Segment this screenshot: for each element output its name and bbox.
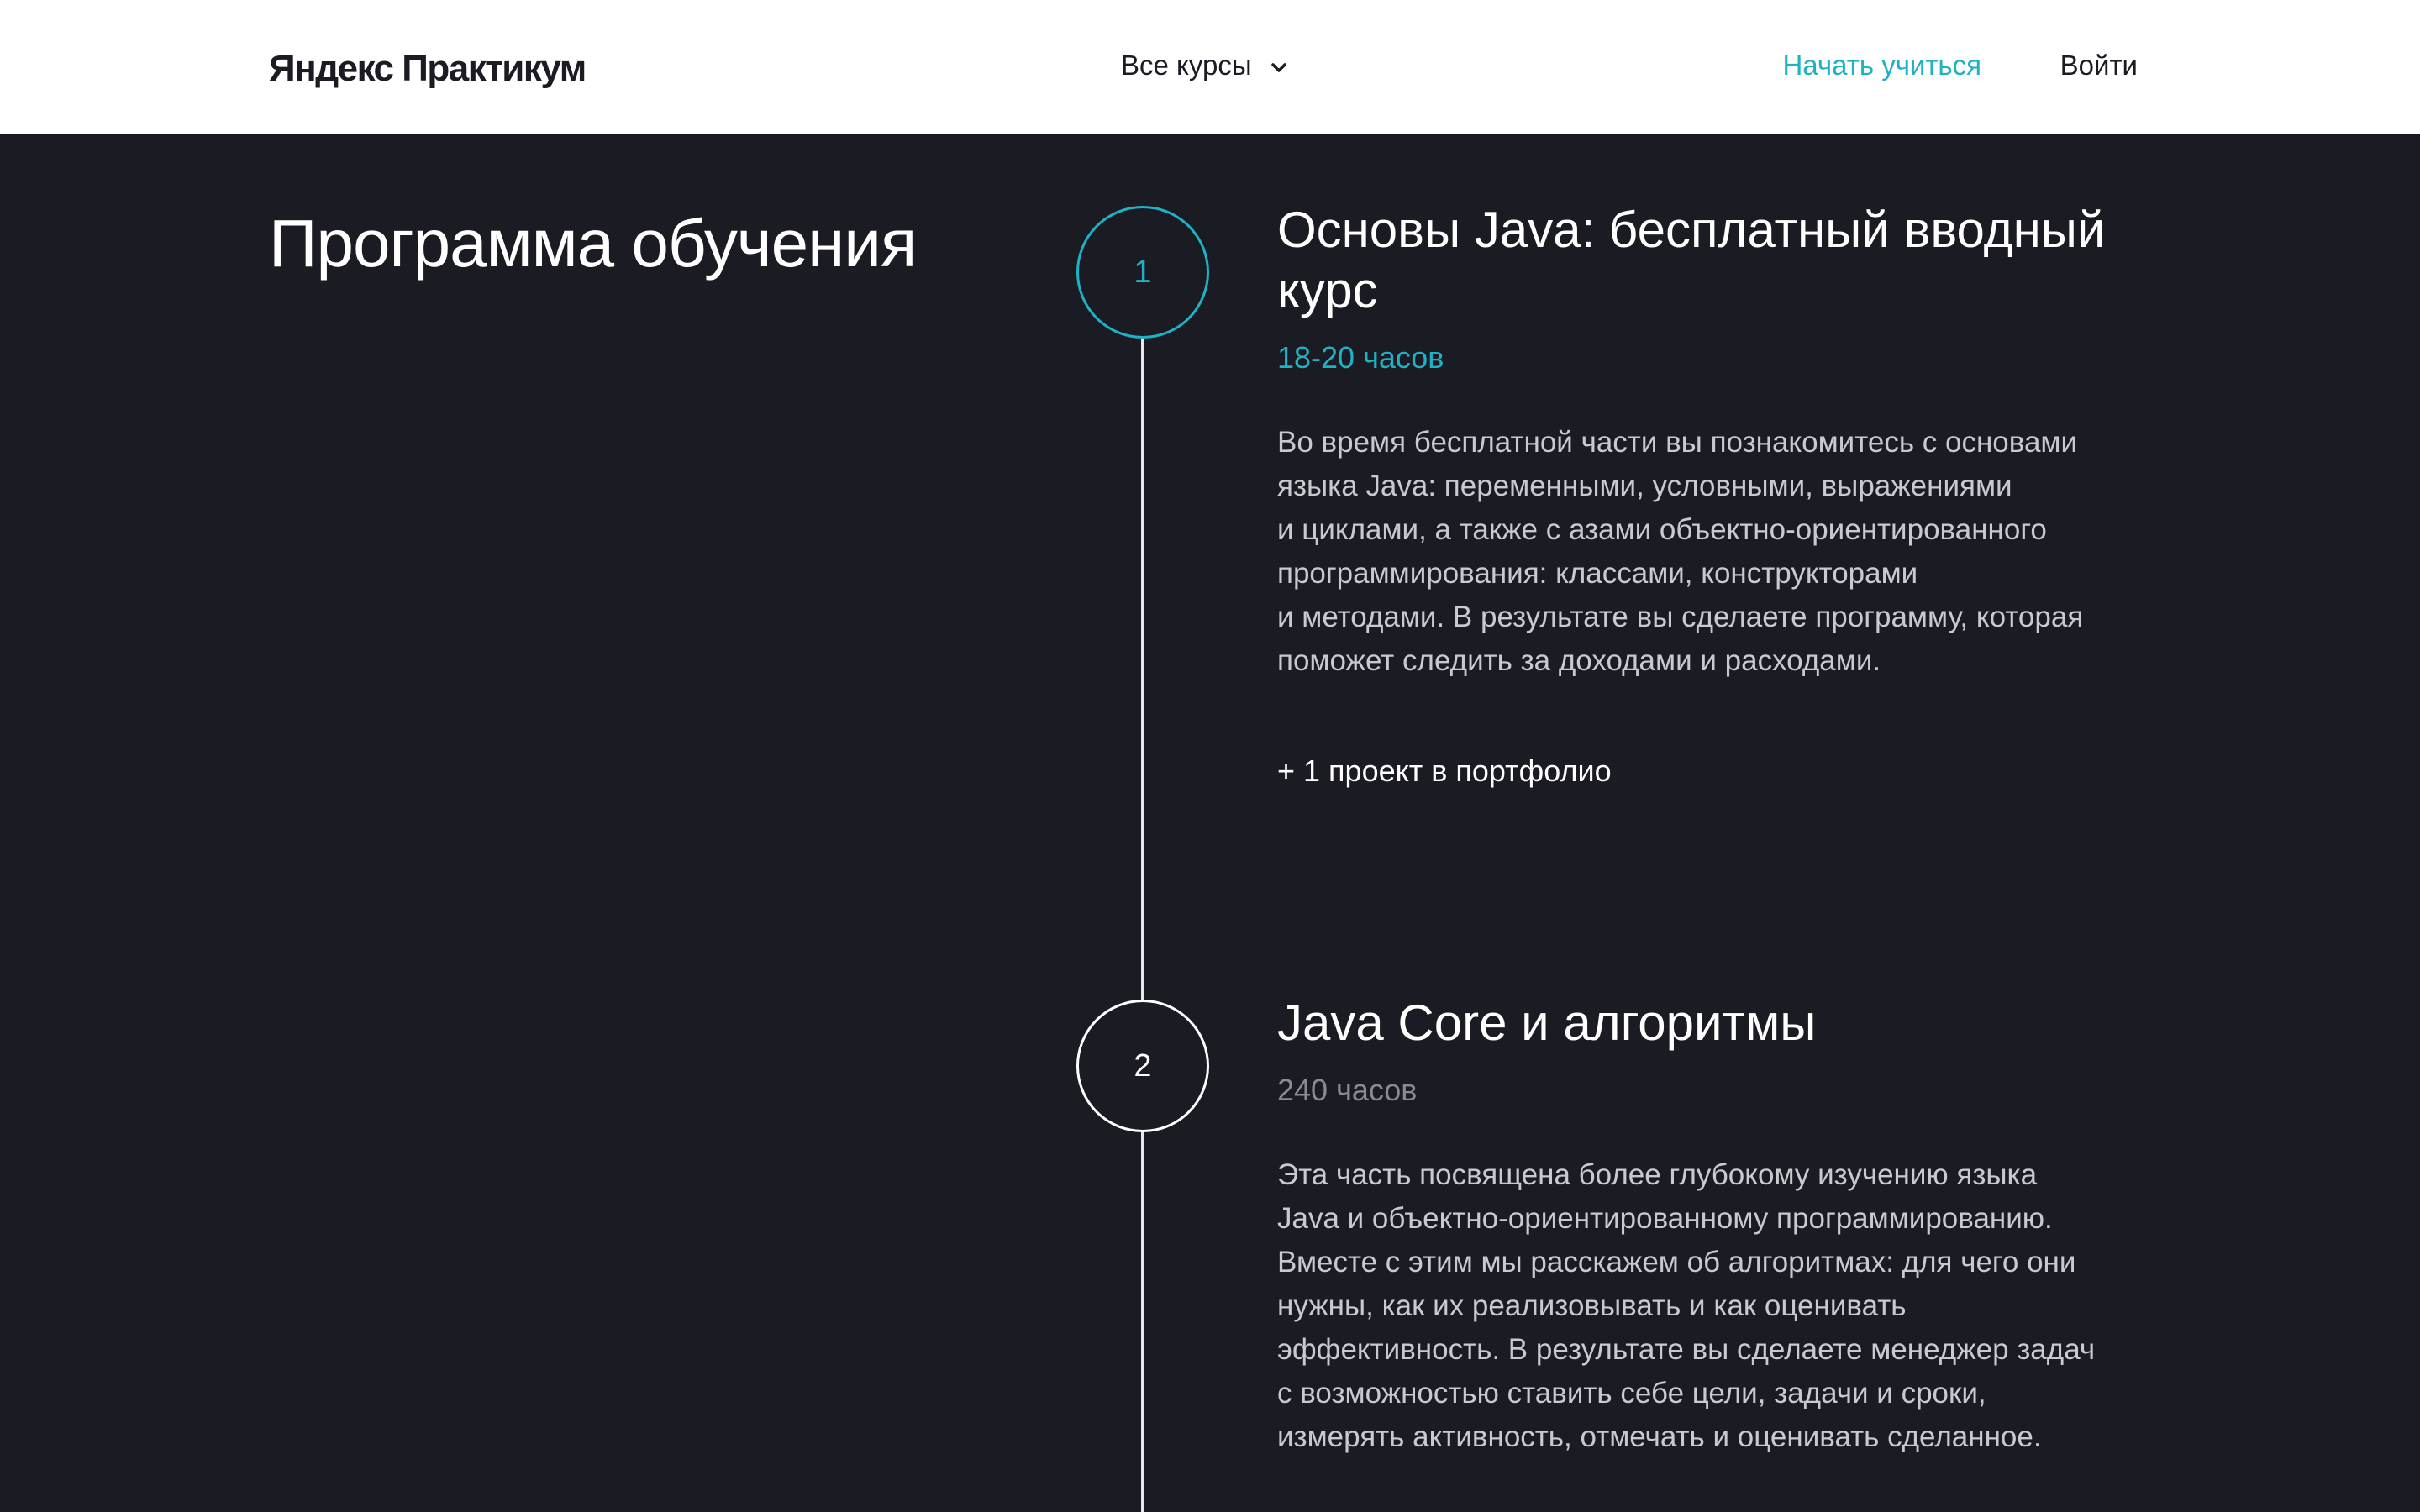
step-circle-1: 1: [1076, 206, 1209, 339]
module-duration: 18-20 часов: [1277, 340, 1444, 375]
chevron-down-icon: [1270, 45, 1286, 82]
section-title: Программа обучения: [269, 206, 917, 281]
all-courses-label: Все курсы: [1121, 50, 1252, 81]
module-title: Java Core и алгоритмы: [1277, 995, 1817, 1051]
module-title: Основы Java: бесплатный вводный курс: [1277, 202, 2106, 318]
top-navigation: Яндекс Практикум Все курсы Начать учитьс…: [0, 0, 2420, 134]
timeline-line: [1141, 1131, 1144, 1512]
step-circle-2: 2: [1076, 1000, 1209, 1132]
all-courses-dropdown[interactable]: Все курсы: [1121, 47, 1286, 86]
login-link[interactable]: Войти: [2060, 47, 2138, 84]
portfolio-project-note: + 1 проект в портфолио: [1277, 753, 1612, 788]
module-duration: 240 часов: [1277, 1073, 1418, 1107]
module-description: Эта часть посвящена более глубокому изуч…: [1277, 1158, 2096, 1453]
logo[interactable]: Яндекс Практикум: [269, 45, 587, 92]
start-learning-link[interactable]: Начать учиться: [1782, 47, 1981, 84]
module-description: Во время бесплатной части вы познакомите…: [1277, 426, 2084, 677]
timeline-line: [1141, 335, 1144, 1000]
